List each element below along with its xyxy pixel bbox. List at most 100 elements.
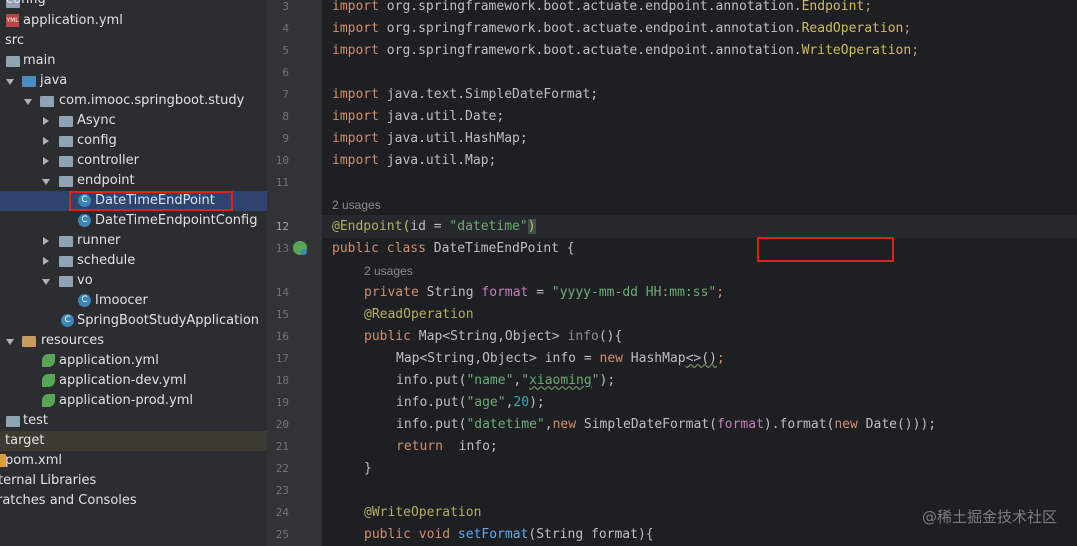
code-line: private String format = "yyyy-mm-dd HH:m… <box>364 285 725 300</box>
code-line: import java.util.Date; <box>332 109 505 124</box>
tree-item-label: controller <box>77 153 140 168</box>
line-number: 10 <box>275 154 289 167</box>
tree-item-vo[interactable]: vo <box>0 271 267 291</box>
package-icon <box>59 136 73 147</box>
package-icon <box>59 176 73 187</box>
chevron-down-icon[interactable] <box>24 99 32 105</box>
tree-item-label: config <box>77 133 117 148</box>
tree-item-external-libraries[interactable]: ternal Libraries <box>0 471 267 491</box>
tree-item-label: schedule <box>77 253 136 268</box>
line-number: 20 <box>275 418 289 431</box>
line-number: 12 <box>275 220 289 233</box>
usages-hint[interactable]: 2 usages <box>332 196 381 214</box>
tree-item-label: src <box>5 33 24 48</box>
tree-item-main[interactable]: main <box>0 51 267 71</box>
line-number: 3 <box>282 0 289 13</box>
code-line: } <box>364 461 372 476</box>
tree-item-label: application.yml <box>23 13 123 28</box>
tree-item-controller[interactable]: controller <box>0 151 267 171</box>
package-icon <box>59 116 73 127</box>
line-number: 17 <box>275 352 289 365</box>
tree-item-runner[interactable]: runner <box>0 231 267 251</box>
line-number: 24 <box>275 506 289 519</box>
tree-item-label: ternal Libraries <box>0 473 97 488</box>
tree-item-application-yml-root[interactable]: YML application.yml <box>0 11 267 31</box>
chevron-down-icon[interactable] <box>42 279 50 285</box>
tree-item-label: vo <box>77 273 93 288</box>
code-line: info.put("age",20); <box>396 395 545 410</box>
tree-item-label: ratches and Consoles <box>0 493 137 508</box>
tree-item-label: resources <box>41 333 105 348</box>
chevron-down-icon[interactable] <box>6 339 14 345</box>
code-line: @WriteOperation <box>364 505 482 520</box>
spring-bean-gutter-icon[interactable] <box>293 241 307 255</box>
code-line: import org.springframework.boot.actuate.… <box>332 0 873 14</box>
code-line: info.put("datetime",new SimpleDateFormat… <box>396 417 937 432</box>
code-line: @ReadOperation <box>364 307 474 322</box>
tree-item-scratches[interactable]: ratches and Consoles <box>0 491 267 511</box>
tree-item-springbootstudyapplication[interactable]: C SpringBootStudyApplication <box>0 311 267 331</box>
package-icon <box>59 156 73 167</box>
tree-item-label: application-prod.yml <box>59 393 194 408</box>
tree-item-pom-xml[interactable]: pom.xml <box>0 451 267 471</box>
package-icon <box>59 276 73 287</box>
tree-item-config[interactable]: config <box>0 131 267 151</box>
line-number: 6 <box>282 66 289 79</box>
chevron-right-icon[interactable] <box>43 157 49 165</box>
tree-item-schedule[interactable]: schedule <box>0 251 267 271</box>
chevron-right-icon[interactable] <box>43 117 49 125</box>
package-icon <box>59 236 73 247</box>
tree-item-label: application-dev.yml <box>59 373 187 388</box>
tree-item-label: test <box>23 413 48 428</box>
tree-item-label: java <box>40 73 68 88</box>
tree-item-target[interactable]: target <box>0 431 267 451</box>
tree-item-label: com.imooc.springboot.study <box>59 93 245 108</box>
tree-item-application-yml[interactable]: application.yml <box>0 351 267 371</box>
tree-item-src[interactable]: src <box>0 31 267 51</box>
folder-icon <box>6 56 20 67</box>
chevron-right-icon[interactable] <box>43 137 49 145</box>
code-editor[interactable]: import org.springframework.boot.actuate.… <box>322 0 1077 546</box>
line-number: 9 <box>282 132 289 145</box>
tree-item-datetimeendpointconfig[interactable]: C DateTimeEndpointConfig <box>0 211 267 231</box>
tree-item-application-prod-yml[interactable]: application-prod.yml <box>0 391 267 411</box>
tree-item-label: application.yml <box>59 353 159 368</box>
line-number: 14 <box>275 286 289 299</box>
yml-file-icon: YML <box>6 14 19 27</box>
tree-item-test[interactable]: test <box>0 411 267 431</box>
project-tree: config YML application.yml src main java… <box>0 0 267 546</box>
tree-item-package[interactable]: com.imooc.springboot.study <box>0 91 267 111</box>
tree-item-imoocer[interactable]: C Imoocer <box>0 291 267 311</box>
line-number: 19 <box>275 396 289 409</box>
line-number: 21 <box>275 440 289 453</box>
code-line: public void setFormat(String format){ <box>364 527 654 542</box>
line-number: 25 <box>275 528 289 541</box>
chevron-right-icon[interactable] <box>43 237 49 245</box>
class-name[interactable]: DateTimeEndPoint <box>434 241 559 256</box>
resources-folder-icon <box>22 336 36 347</box>
chevron-down-icon[interactable] <box>42 179 50 185</box>
chevron-down-icon[interactable] <box>6 79 14 85</box>
tree-item-label: pom.xml <box>5 453 62 468</box>
code-line: public Map<String,Object> info(){ <box>364 329 623 344</box>
spring-config-icon <box>42 354 55 367</box>
tree-item-resources[interactable]: resources <box>0 331 267 351</box>
tree-item-async[interactable]: Async <box>0 111 267 131</box>
tree-item-endpoint[interactable]: endpoint <box>0 171 267 191</box>
code-line: Map<String,Object> info = new HashMap<>(… <box>396 351 725 366</box>
source-folder-icon <box>22 76 36 87</box>
spring-class-icon: C <box>61 314 74 327</box>
code-line: import java.text.SimpleDateFormat; <box>332 87 599 102</box>
tree-item-java[interactable]: java <box>0 71 267 91</box>
chevron-right-icon[interactable] <box>43 257 49 265</box>
usages-hint[interactable]: 2 usages <box>364 262 413 280</box>
spring-config-icon <box>42 394 55 407</box>
tree-item-label: DateTimeEndpointConfig <box>95 213 258 228</box>
tree-item-label: SpringBootStudyApplication <box>77 313 260 328</box>
line-number: 23 <box>275 484 289 497</box>
tree-item-application-dev-yml[interactable]: application-dev.yml <box>0 371 267 391</box>
tree-item-label: config <box>6 0 46 10</box>
class-icon: C <box>78 294 91 307</box>
tree-item-label: Imoocer <box>95 293 148 308</box>
code-line: import org.springframework.boot.actuate.… <box>332 21 912 36</box>
